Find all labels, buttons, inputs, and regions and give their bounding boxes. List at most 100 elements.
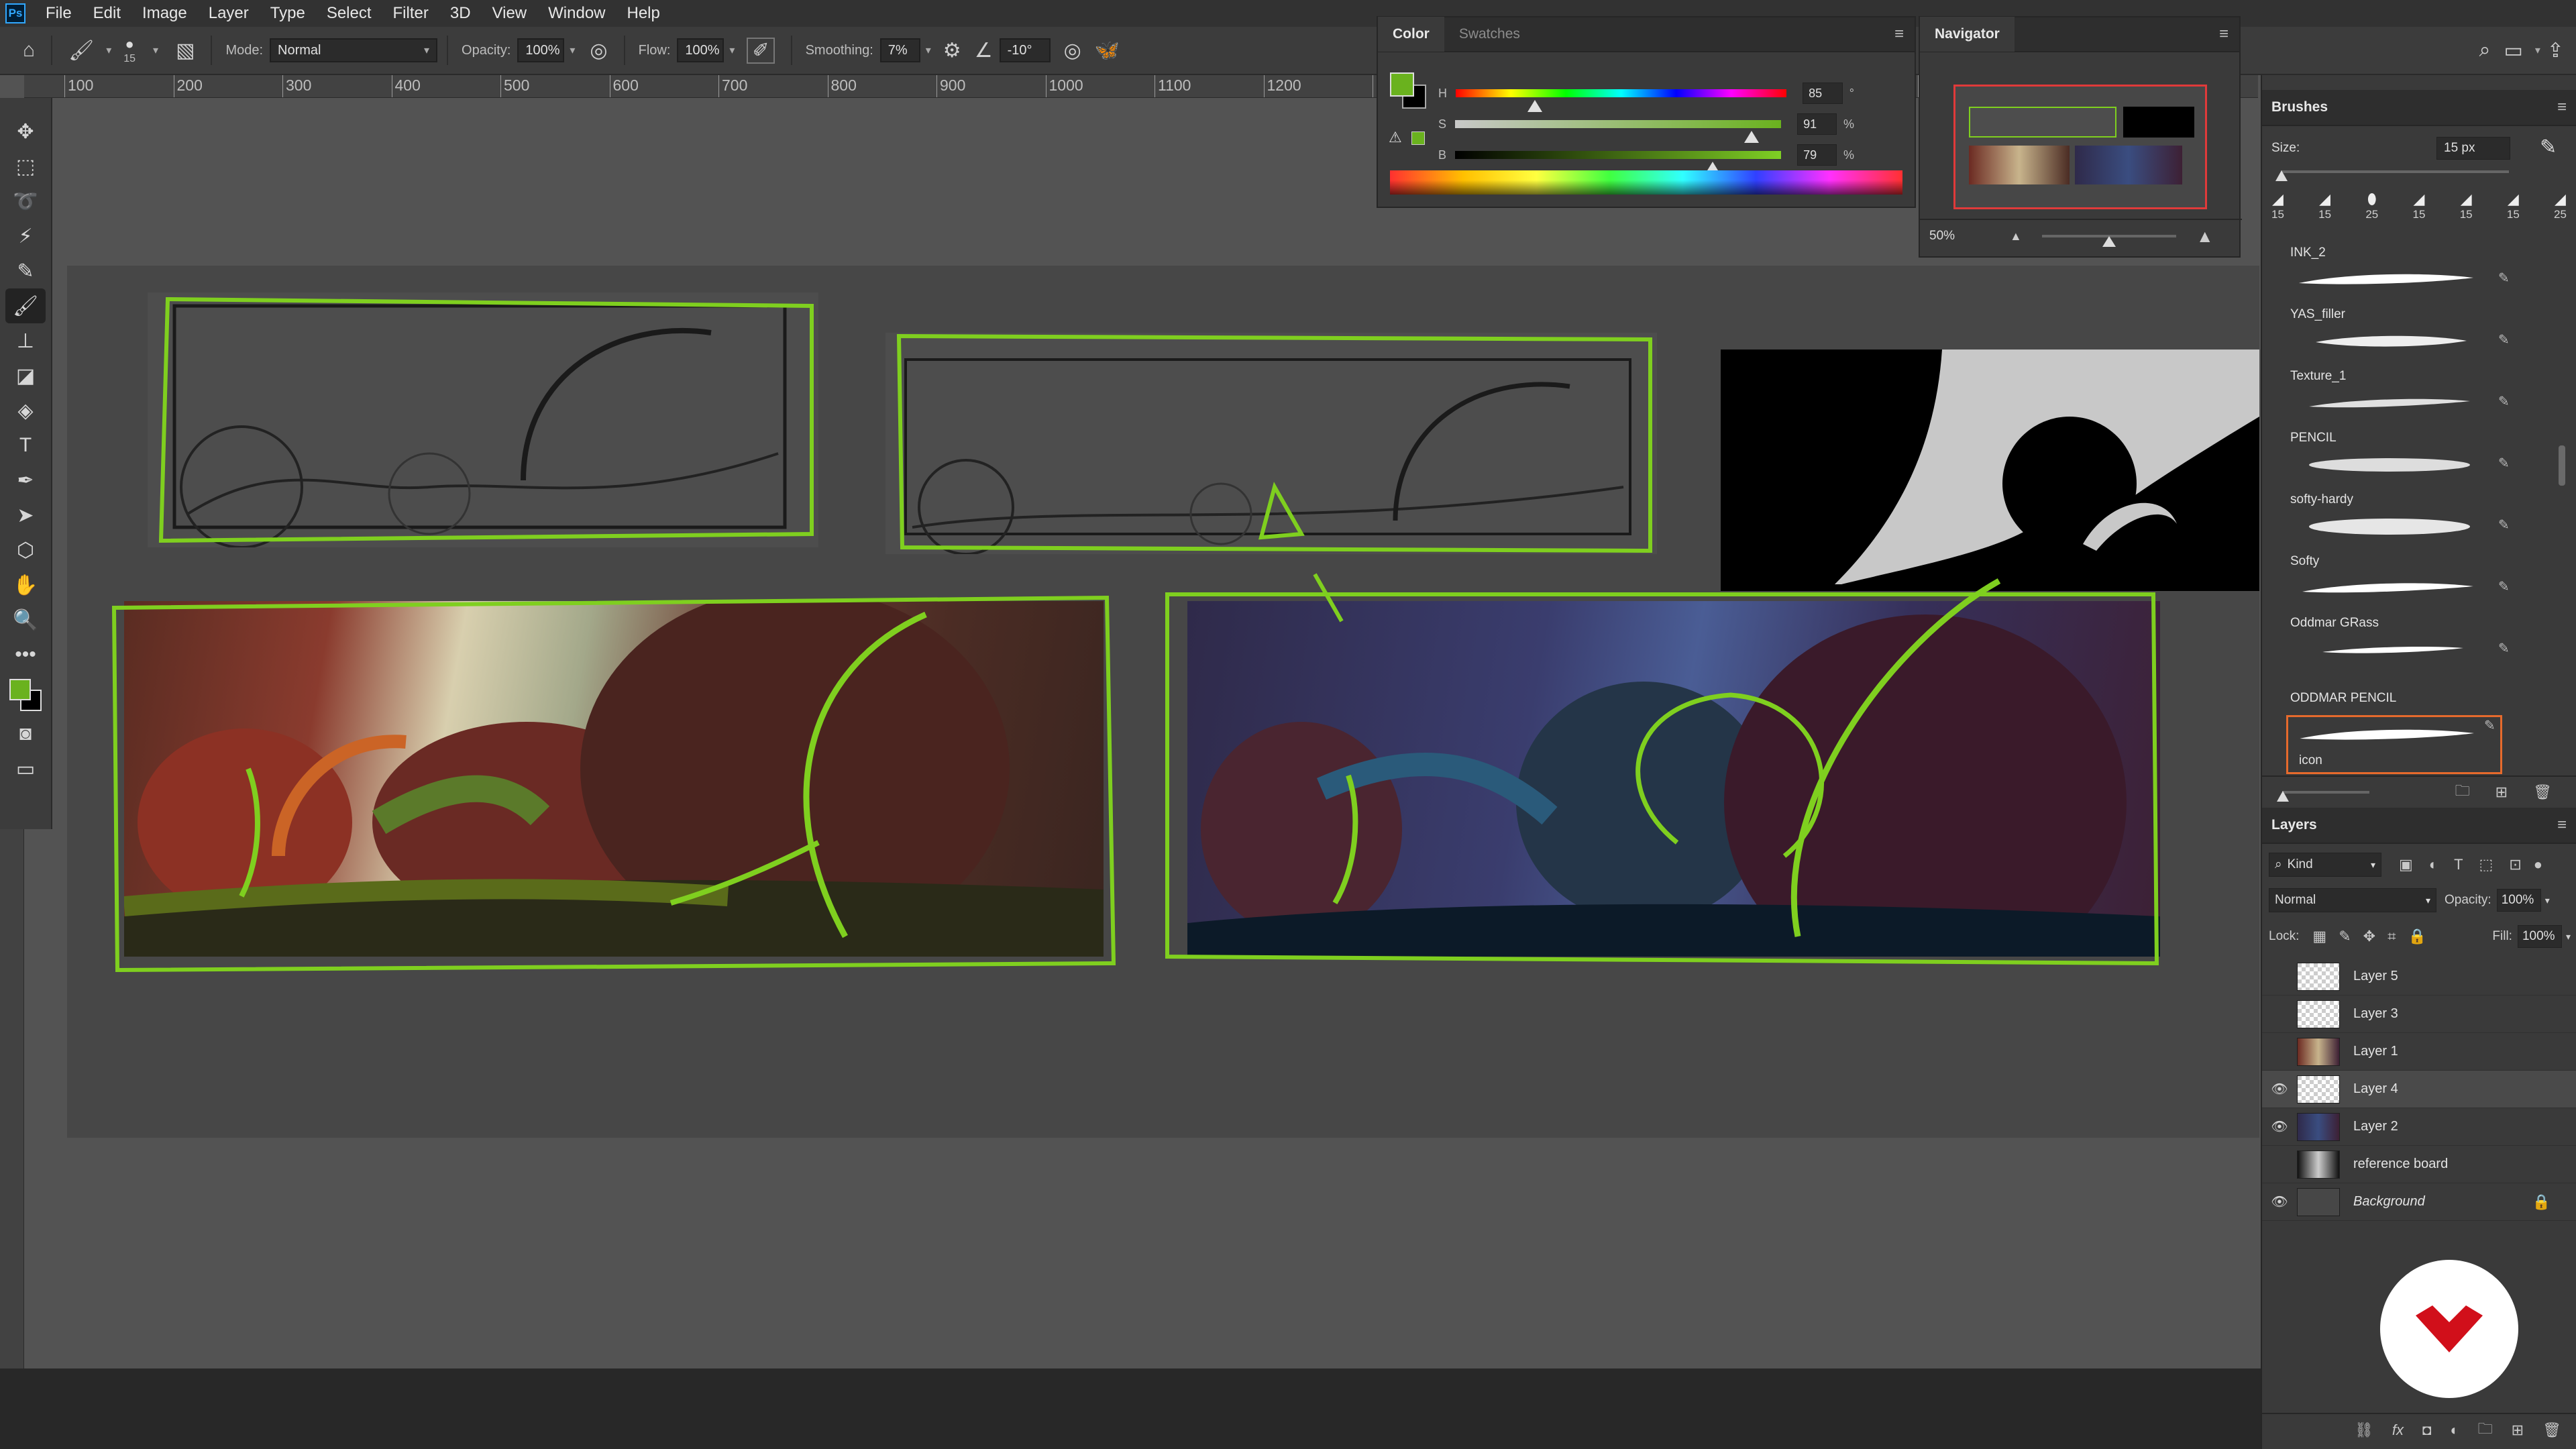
opacity-input[interactable]: 100% <box>517 38 565 62</box>
new-group-icon[interactable]: 🗀 <box>2455 780 2470 805</box>
filter-adjustment-icon[interactable]: ◐ <box>2429 856 2438 873</box>
stamp-tool-icon[interactable]: ⊥ <box>5 323 46 358</box>
chevron-down-icon[interactable]: ▾ <box>106 44 111 57</box>
marquee-tool-icon[interactable]: ⬚ <box>5 149 46 184</box>
color-spectrum-ramp[interactable] <box>1390 170 1902 195</box>
chevron-down-icon[interactable]: ▾ <box>2535 44 2540 57</box>
brush-preset-3[interactable]: ⬮ 25 <box>2365 191 2378 231</box>
layer-row-selected[interactable]: 👁 Layer 4 <box>2262 1071 2576 1108</box>
screen-mode-icon[interactable]: ▭ <box>5 751 46 786</box>
symmetry-icon[interactable]: 🦋 <box>1095 39 1120 62</box>
edit-brush-icon[interactable]: ✎ <box>2498 517 2510 533</box>
menu-help[interactable]: Help <box>616 4 671 23</box>
link-layers-icon[interactable]: ⛓ <box>2355 1421 2373 1439</box>
eye-icon[interactable]: 👁 <box>2262 1118 2297 1135</box>
lock-all-icon[interactable]: 🔒 <box>2408 928 2426 945</box>
filter-smart-object-icon[interactable]: ⊡ <box>2509 856 2521 873</box>
menu-type[interactable]: Type <box>260 4 316 23</box>
fill-input[interactable]: 100% <box>2517 925 2562 948</box>
panel-menu-icon[interactable]: ≡ <box>2557 98 2567 117</box>
menu-file[interactable]: File <box>35 4 83 23</box>
brush-item[interactable]: YAS_filler ✎ <box>2290 307 2510 368</box>
menu-window[interactable]: Window <box>537 4 616 23</box>
canvas-area[interactable] <box>54 98 2259 1366</box>
saturation-input[interactable]: 91 <box>1797 113 1837 135</box>
lock-paint-icon[interactable]: ✎ <box>2339 928 2351 945</box>
layer-opacity-input[interactable]: 100% <box>2496 889 2541 912</box>
eye-icon[interactable]: 👁 <box>2262 1193 2297 1210</box>
color-swatches[interactable] <box>5 676 46 716</box>
angle-input[interactable]: -10° <box>999 38 1051 62</box>
brush-preset-4[interactable]: ◢ 15 <box>2413 191 2426 231</box>
search-icon[interactable]: ⌕ <box>2479 39 2491 62</box>
edit-brush-icon[interactable]: ✎ <box>2484 717 2496 734</box>
flow-input[interactable]: 100% <box>677 38 724 62</box>
brush-size-slider[interactable] <box>2275 170 2509 181</box>
menu-view[interactable]: View <box>482 4 538 23</box>
brush-item[interactable]: ODDMAR PENCIL <box>2290 678 2491 715</box>
chevron-down-icon[interactable]: ▾ <box>2545 895 2550 906</box>
move-tool-icon[interactable]: ✥ <box>5 114 46 149</box>
workspace-icon[interactable]: ▭ <box>2504 39 2522 62</box>
filter-toggle-icon[interactable]: ● <box>2534 856 2542 873</box>
layer-row[interactable]: Layer 1 <box>2262 1033 2576 1071</box>
add-mask-icon[interactable]: ◘ <box>2422 1421 2431 1439</box>
zoom-out-icon[interactable]: ▲ <box>2010 229 2022 244</box>
brush-item[interactable]: Texture_1 ✎ <box>2290 369 2510 429</box>
brush-preset-1[interactable]: ◢ 15 <box>2271 191 2284 231</box>
blend-mode-select[interactable]: Normal ▾ <box>2269 888 2436 912</box>
brush-preset-2[interactable]: ◢ 15 <box>2318 191 2331 231</box>
filter-pixel-icon[interactable]: ▣ <box>2399 856 2413 873</box>
shape-tool-icon[interactable]: ⬡ <box>5 533 46 568</box>
brush-item[interactable]: PENCIL ✎ <box>2290 431 2510 491</box>
panel-menu-icon[interactable]: ≡ <box>2557 816 2567 835</box>
web-safe-swatch[interactable] <box>1411 131 1425 145</box>
layer-row[interactable]: Layer 5 <box>2262 958 2576 996</box>
panel-menu-icon[interactable]: ≡ <box>1894 25 1904 44</box>
tab-swatches[interactable]: Swatches <box>1444 17 1535 52</box>
brush-list-scrollbar[interactable] <box>2557 251 2567 774</box>
menu-layer[interactable]: Layer <box>198 4 260 23</box>
navigator-zoom-value[interactable]: 50% <box>1929 229 1983 244</box>
fx-icon[interactable]: fx <box>2392 1421 2404 1439</box>
chevron-down-icon[interactable]: ▾ <box>153 44 158 57</box>
delete-icon[interactable]: 🗑 <box>2533 784 2552 801</box>
edit-brush-icon[interactable]: ✎ <box>2498 393 2510 410</box>
smoothing-input[interactable]: 7% <box>879 38 920 62</box>
lasso-tool-icon[interactable]: ➰ <box>5 184 46 219</box>
zoom-in-icon[interactable]: ▲ <box>2196 226 2214 247</box>
panel-menu-icon[interactable]: ≡ <box>2219 25 2229 44</box>
magic-wand-tool-icon[interactable]: ⚡ <box>5 219 46 254</box>
foreground-color-swatch[interactable] <box>9 679 31 700</box>
zoom-tool-icon[interactable]: 🔍 <box>5 602 46 637</box>
eye-icon[interactable]: 👁 <box>2262 1081 2297 1097</box>
chevron-down-icon[interactable]: ▾ <box>570 44 575 57</box>
new-group-icon[interactable]: 🗀 <box>2478 1417 2493 1443</box>
filter-type-icon[interactable]: T <box>2454 856 2463 873</box>
gamut-warning-icon[interactable]: ⚠ <box>1389 129 1402 146</box>
zoom-slider-thumb[interactable] <box>2102 236 2116 247</box>
menu-edit[interactable]: Edit <box>83 4 131 23</box>
lock-position-icon[interactable]: ✥ <box>2363 928 2375 945</box>
bucket-tool-icon[interactable]: ◈ <box>5 393 46 428</box>
brush-size-slider-thumb[interactable] <box>2275 170 2288 181</box>
brush-item-selected[interactable]: ✎ icon <box>2286 715 2502 774</box>
brightness-input[interactable]: 79 <box>1797 144 1837 166</box>
kind-filter-select[interactable]: ⌕ Kind ▾ <box>2269 853 2381 877</box>
pressure-opacity-icon[interactable]: ◎ <box>590 39 607 62</box>
adjustment-layer-icon[interactable]: ◐ <box>2450 1421 2459 1439</box>
eraser-tool-icon[interactable]: ◪ <box>5 358 46 393</box>
airbrush-icon[interactable]: ✐ <box>747 37 775 64</box>
pen-tool-icon[interactable]: ✒ <box>5 463 46 498</box>
brightness-slider[interactable] <box>1455 151 1782 174</box>
pressure-size-icon[interactable]: ◎ <box>1064 39 1081 62</box>
color-fg-bg-preview[interactable] <box>1390 72 1428 110</box>
scrollbar-thumb[interactable] <box>2559 445 2565 486</box>
brush-item[interactable]: Softy ✎ <box>2290 554 2510 614</box>
mode-select[interactable]: Normal ▾ <box>270 38 438 62</box>
brush-preset-6[interactable]: ◢ 15 <box>2507 191 2520 231</box>
eyedropper-tool-icon[interactable]: ✎ <box>5 254 46 288</box>
menu-image[interactable]: Image <box>131 4 198 23</box>
lock-artboard-icon[interactable]: ⌗ <box>2387 928 2396 945</box>
edit-brush-icon[interactable]: ✎ <box>2498 578 2510 595</box>
